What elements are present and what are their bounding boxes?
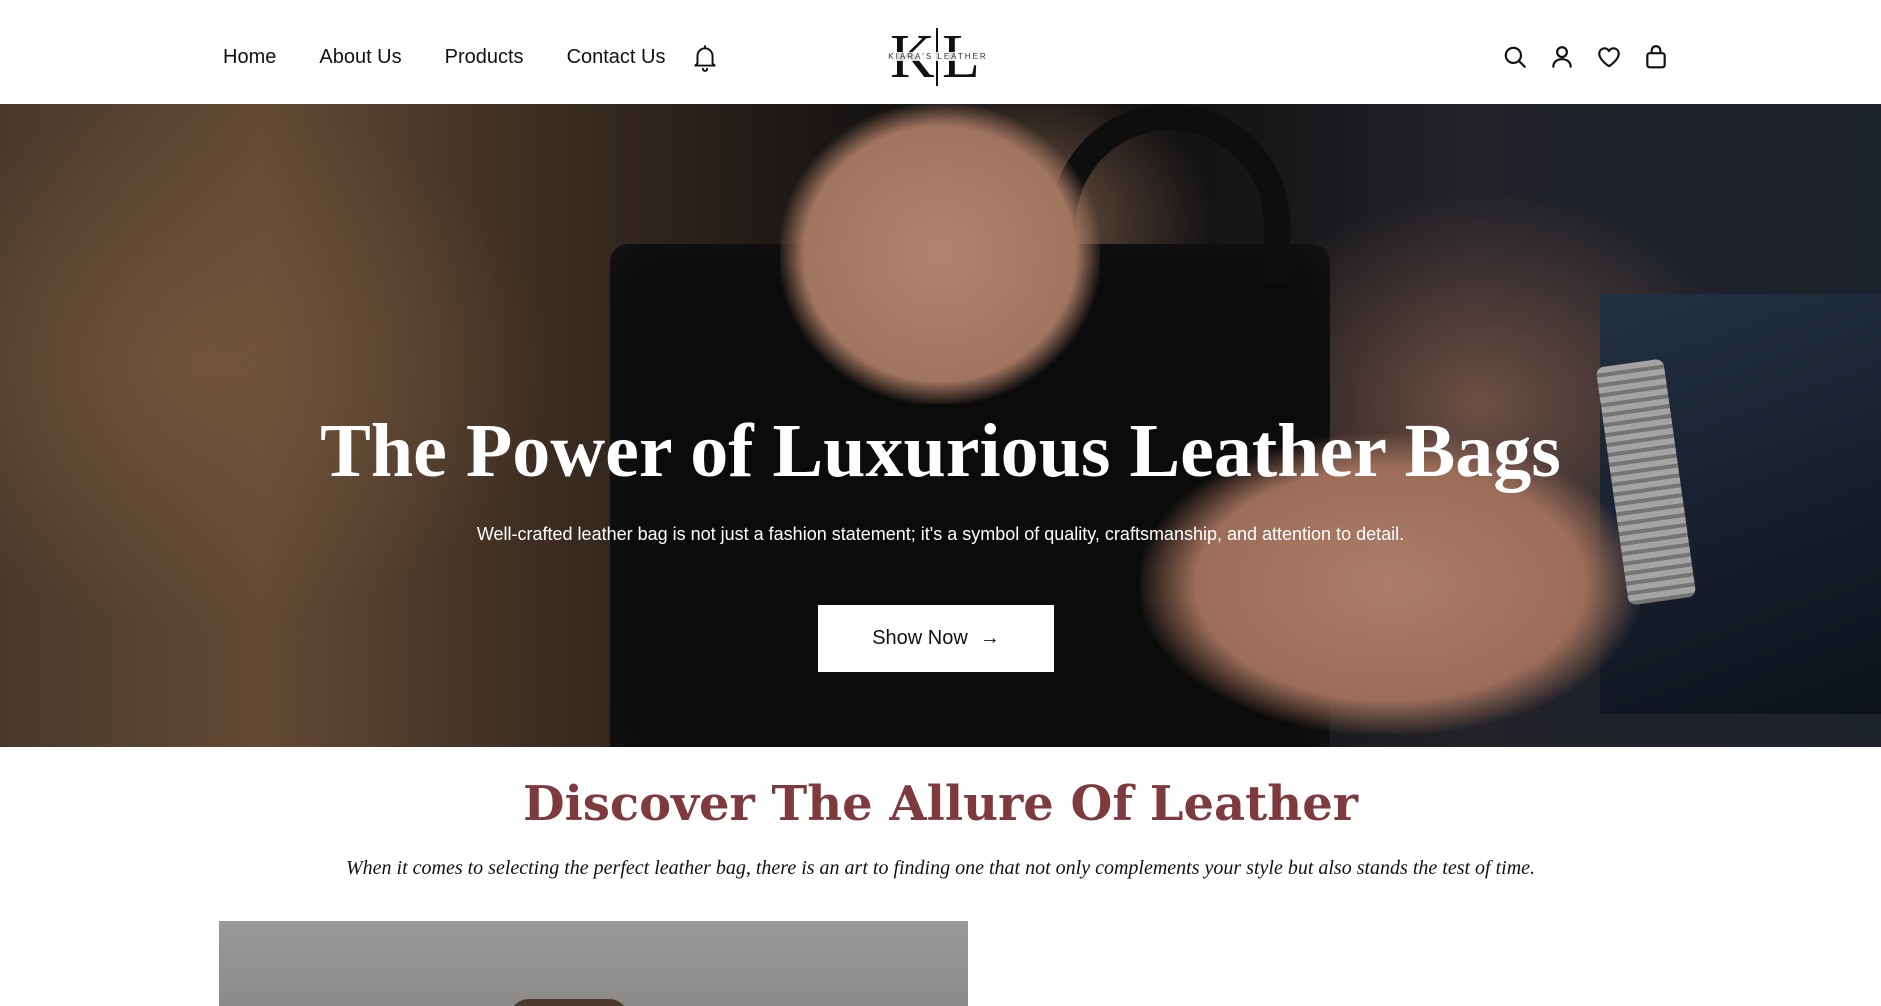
brand-logo[interactable]: K L KIARA'S LEATHER xyxy=(880,24,1000,88)
bag-icon[interactable] xyxy=(1643,44,1669,70)
arrow-right-icon: → xyxy=(979,627,1000,649)
nav-about-us[interactable]: About Us xyxy=(319,46,401,69)
site-header: Home About Us Products Contact Us K L KI… xyxy=(0,0,1881,104)
nav-products[interactable]: Products xyxy=(445,46,524,69)
nav-home[interactable]: Home xyxy=(223,46,276,69)
user-icon[interactable] xyxy=(1549,44,1575,70)
search-icon[interactable] xyxy=(1502,44,1528,70)
product-image-object xyxy=(509,999,629,1006)
show-now-button[interactable]: Show Now → xyxy=(818,605,1054,672)
header-actions xyxy=(1502,44,1669,70)
section-subtitle: When it comes to selecting the perfect l… xyxy=(345,857,1536,879)
logo-subtitle: KIARA'S LEATHER xyxy=(886,52,990,61)
heart-icon[interactable] xyxy=(1596,44,1622,70)
product-image[interactable] xyxy=(219,921,968,1006)
show-now-label: Show Now xyxy=(872,627,968,649)
hero-title: The Power of Luxurious Leather Bags xyxy=(320,409,1561,493)
nav-contact-us[interactable]: Contact Us xyxy=(567,46,666,69)
section-title: Discover The Allure Of Leather xyxy=(522,776,1359,832)
main-nav: Home About Us Products Contact Us xyxy=(223,46,709,69)
hero-subtitle: Well-crafted leather bag is not just a f… xyxy=(476,524,1405,544)
hero-banner: The Power of Luxurious Leather Bags Well… xyxy=(0,104,1881,747)
bell-icon[interactable] xyxy=(692,44,718,72)
